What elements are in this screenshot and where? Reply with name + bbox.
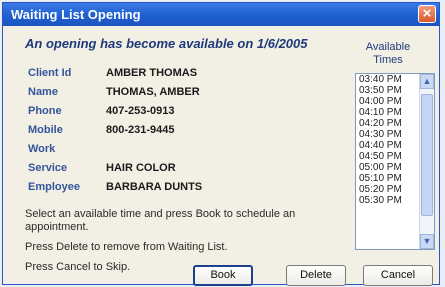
- time-option[interactable]: 04:00 PM: [357, 96, 419, 107]
- time-option[interactable]: 03:40 PM: [357, 74, 419, 85]
- employee-value: BARBARA DUNTS: [106, 181, 203, 193]
- book-instruction: Select an available time and press Book …: [25, 208, 296, 233]
- service-label: Service: [28, 162, 68, 174]
- mobile-value: 800-231-9445: [106, 124, 175, 136]
- time-option[interactable]: 05:00 PM: [357, 162, 419, 173]
- available-times-line2: Times: [373, 54, 403, 66]
- opening-headline: An opening has become available on 1/6/2…: [25, 36, 308, 51]
- scroll-thumb[interactable]: [421, 94, 433, 216]
- time-option[interactable]: 05:20 PM: [357, 184, 419, 195]
- delete-instruction: Press Delete to remove from Waiting List…: [25, 241, 228, 253]
- client-id-label: Client Id: [28, 67, 72, 79]
- time-option[interactable]: 04:50 PM: [357, 151, 419, 162]
- time-option[interactable]: 04:20 PM: [357, 118, 419, 129]
- name-label: Name: [28, 86, 58, 98]
- times-scrollbar[interactable]: ▲ ▼: [419, 74, 434, 249]
- scroll-up-arrow-icon[interactable]: ▲: [420, 74, 434, 89]
- work-label: Work: [28, 143, 56, 155]
- client-id-value: AMBER THOMAS: [106, 67, 198, 79]
- cancel-button[interactable]: Cancel: [363, 265, 433, 286]
- available-times-line1: Available: [365, 41, 411, 53]
- mobile-label: Mobile: [28, 124, 63, 136]
- time-option[interactable]: 04:30 PM: [357, 129, 419, 140]
- phone-label: Phone: [28, 105, 62, 117]
- scroll-down-arrow-icon[interactable]: ▼: [420, 234, 434, 249]
- title-bar[interactable]: Waiting List Opening ×: [3, 3, 439, 26]
- phone-value: 407-253-0913: [106, 105, 175, 117]
- time-option[interactable]: 04:40 PM: [357, 140, 419, 151]
- time-option[interactable]: 03:50 PM: [357, 85, 419, 96]
- waiting-list-dialog: Waiting List Opening × An opening has be…: [2, 2, 440, 286]
- delete-button[interactable]: Delete: [286, 265, 346, 286]
- available-times-heading: Available Times: [353, 41, 423, 67]
- window-title: Waiting List Opening: [11, 7, 141, 22]
- available-times-list[interactable]: 03:40 PM 03:50 PM 04:00 PM 04:10 PM 04:2…: [355, 73, 435, 250]
- name-value: THOMAS, AMBER: [106, 86, 200, 98]
- time-option[interactable]: 04:10 PM: [357, 107, 419, 118]
- close-icon[interactable]: ×: [418, 5, 436, 23]
- service-value: HAIR COLOR: [106, 162, 176, 174]
- time-option[interactable]: 05:30 PM: [357, 195, 419, 206]
- time-option[interactable]: 05:10 PM: [357, 173, 419, 184]
- employee-label: Employee: [28, 181, 80, 193]
- book-button[interactable]: Book: [193, 265, 253, 286]
